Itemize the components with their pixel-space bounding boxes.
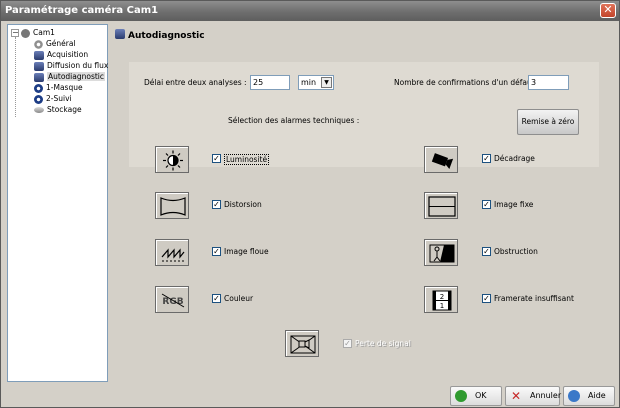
mask-icon bbox=[34, 83, 43, 93]
window-title: Paramétrage caméra Cam1 bbox=[5, 5, 159, 16]
tree-item-acquisition[interactable]: Acquisition bbox=[34, 49, 88, 60]
signal-loss-icon bbox=[285, 330, 319, 357]
brightness-checkbox[interactable]: ✓ bbox=[212, 154, 221, 163]
blur-checkbox[interactable]: ✓ bbox=[212, 247, 221, 256]
cancel-x-icon: ✕ bbox=[510, 389, 522, 403]
color-label: Couleur bbox=[224, 294, 254, 303]
close-icon: ✕ bbox=[603, 3, 613, 16]
tree-item-mask[interactable]: 1-Masque bbox=[34, 82, 83, 93]
distortion-icon bbox=[155, 192, 189, 219]
delay-unit-select[interactable]: min ▼ bbox=[298, 75, 334, 90]
camera-settings-icon bbox=[34, 50, 44, 60]
brightness-label: Luminosité bbox=[224, 154, 270, 165]
check-icon bbox=[455, 390, 467, 402]
signal-loss-label: Perte de signal bbox=[355, 339, 411, 348]
tree-collapse-toggle[interactable]: − bbox=[11, 29, 19, 37]
framerate-digit-bottom: 1 bbox=[440, 302, 444, 310]
settings-panel: Autodiagnostic Délai entre deux analyses… bbox=[111, 24, 617, 382]
blur-icon bbox=[155, 239, 189, 266]
frozen-image-icon bbox=[424, 192, 458, 219]
obstruction-label: Obstruction bbox=[494, 247, 538, 256]
camera-shift-icon bbox=[424, 146, 458, 173]
storage-icon bbox=[34, 107, 44, 113]
color-checkbox[interactable]: ✓ bbox=[212, 294, 221, 303]
gear-icon bbox=[34, 39, 43, 49]
framerate-digit-top: 2 bbox=[440, 293, 444, 301]
tracking-icon bbox=[34, 94, 43, 104]
obstruction-checkbox[interactable]: ✓ bbox=[482, 247, 491, 256]
tree-item-autodiagnostic[interactable]: Autodiagnostic bbox=[34, 71, 106, 82]
camera-shift-checkbox[interactable]: ✓ bbox=[482, 154, 491, 163]
diagnostic-icon bbox=[115, 29, 125, 39]
dialog-window: Paramétrage caméra Cam1 ✕ − Cam1 Général… bbox=[0, 0, 620, 408]
cancel-button[interactable]: ✕ Annuler bbox=[505, 386, 561, 406]
confirm-input[interactable]: 3 bbox=[528, 75, 569, 90]
title-bar: Paramétrage caméra Cam1 ✕ bbox=[1, 1, 619, 21]
frozen-image-label: Image fixe bbox=[494, 200, 534, 209]
help-button[interactable]: Aide bbox=[563, 386, 615, 406]
tree-item-root[interactable]: Cam1 bbox=[21, 27, 55, 38]
confirm-label: Nombre de confirmations d'un défaut : bbox=[394, 78, 540, 87]
tree-item-storage[interactable]: Stockage bbox=[34, 104, 82, 115]
close-button[interactable]: ✕ bbox=[600, 3, 616, 18]
blur-label: Image floue bbox=[224, 247, 269, 256]
obstruction-icon bbox=[424, 239, 458, 266]
color-icon: RGB bbox=[155, 286, 189, 313]
framerate-icon: 2 1 bbox=[424, 286, 458, 313]
help-icon bbox=[568, 390, 580, 402]
camera-shift-label: Décadrage bbox=[494, 154, 535, 163]
frozen-image-checkbox[interactable]: ✓ bbox=[482, 200, 491, 209]
delay-input[interactable]: 25 bbox=[250, 75, 290, 90]
navigation-tree: − Cam1 Général Acquisition Diffusion du … bbox=[7, 24, 108, 382]
ok-button[interactable]: OK bbox=[450, 386, 502, 406]
framerate-label: Framerate insuffisant bbox=[494, 294, 574, 303]
brightness-icon bbox=[155, 146, 189, 173]
stream-icon bbox=[34, 61, 44, 71]
tree-item-stream[interactable]: Diffusion du flux bbox=[34, 60, 108, 71]
section-title: Autodiagnostic bbox=[115, 29, 205, 41]
delay-label: Délai entre deux analyses : bbox=[144, 78, 247, 87]
tree-item-general[interactable]: Général bbox=[34, 38, 76, 49]
distortion-label: Distorsion bbox=[224, 200, 262, 209]
camera-icon bbox=[21, 28, 30, 38]
reset-button[interactable]: Remise à zéro bbox=[517, 109, 579, 135]
diagnostic-icon bbox=[34, 72, 44, 82]
alarms-label: Sélection des alarmes techniques : bbox=[228, 116, 360, 125]
distortion-checkbox[interactable]: ✓ bbox=[212, 200, 221, 209]
delay-unit-value: min bbox=[301, 78, 317, 87]
chevron-down-icon: ▼ bbox=[321, 77, 332, 88]
signal-loss-checkbox[interactable]: ✓ bbox=[343, 339, 352, 348]
framerate-checkbox[interactable]: ✓ bbox=[482, 294, 491, 303]
tree-item-tracking[interactable]: 2-Suivi bbox=[34, 93, 72, 104]
